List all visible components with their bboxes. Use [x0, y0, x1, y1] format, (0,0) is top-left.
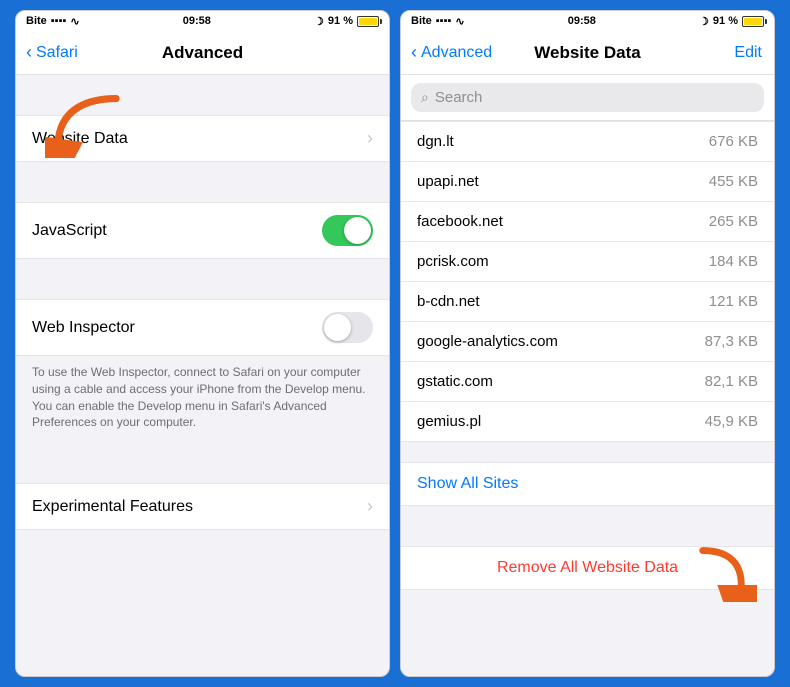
website-data-label: Website Data: [32, 130, 128, 148]
right-wifi-icon: ∿: [455, 15, 464, 28]
left-status-left: Bite ▪▪▪▪ ∿: [26, 15, 80, 28]
right-page-title: Website Data: [534, 43, 640, 63]
right-status-bar: Bite ▪▪▪▪ ∿ 09:58 ☽ 91 %: [401, 11, 774, 31]
page-title: Advanced: [162, 43, 243, 63]
right-carrier-label: Bite: [411, 15, 432, 27]
right-battery-percent: 91 %: [713, 15, 738, 27]
web-inspector-toggle-thumb: [324, 314, 351, 341]
size-label: 676 KB: [709, 133, 758, 150]
spacer: [16, 75, 389, 95]
javascript-label: JavaScript: [32, 222, 107, 240]
web-inspector-toggle[interactable]: [322, 312, 373, 343]
javascript-cell: JavaScript: [16, 202, 389, 259]
carrier-label: Bite: [26, 15, 47, 27]
data-list: dgn.lt 676 KB upapi.net 455 KB facebook.…: [401, 121, 774, 442]
left-status-bar: Bite ▪▪▪▪ ∿ 09:58 ☽ 91 %: [16, 11, 389, 31]
domain-label: google-analytics.com: [417, 333, 558, 350]
time-label: 09:58: [183, 15, 211, 27]
web-inspector-label: Web Inspector: [32, 319, 135, 337]
search-input-box[interactable]: ⌕ Search: [411, 83, 764, 112]
battery-fill: [359, 18, 377, 25]
list-item: dgn.lt 676 KB: [401, 121, 774, 162]
spacer4: [16, 443, 389, 463]
battery-icon: [357, 16, 379, 27]
list-item: upapi.net 455 KB: [401, 162, 774, 202]
javascript-toggle[interactable]: [322, 215, 373, 246]
list-item: facebook.net 265 KB: [401, 202, 774, 242]
domain-label: pcrisk.com: [417, 253, 489, 270]
size-label: 87,3 KB: [705, 333, 758, 350]
left-phone: Bite ▪▪▪▪ ∿ 09:58 ☽ 91 % ‹ Safari Advanc…: [15, 10, 390, 677]
domain-label: b-cdn.net: [417, 293, 480, 310]
list-item: gemius.pl 45,9 KB: [401, 402, 774, 442]
show-all-sites-link[interactable]: Show All Sites: [417, 475, 518, 492]
website-data-chevron-icon: ›: [367, 128, 373, 149]
right-phone-wrapper: Bite ▪▪▪▪ ∿ 09:58 ☽ 91 % ‹ Advanced Webs…: [400, 10, 775, 677]
size-label: 45,9 KB: [705, 413, 758, 430]
domain-label: facebook.net: [417, 213, 503, 230]
left-phone-wrapper: Bite ▪▪▪▪ ∿ 09:58 ☽ 91 % ‹ Safari Advanc…: [15, 10, 390, 677]
right-battery-fill: [744, 18, 762, 25]
domain-label: gemius.pl: [417, 413, 481, 430]
right-back-chevron-icon: ‹: [411, 42, 417, 63]
size-label: 82,1 KB: [705, 373, 758, 390]
edit-label: Edit: [734, 44, 762, 61]
search-placeholder: Search: [435, 89, 483, 106]
size-label: 455 KB: [709, 173, 758, 190]
right-back-button[interactable]: ‹ Advanced: [411, 42, 492, 63]
web-inspector-section: Web Inspector To use the Web Inspector, …: [16, 299, 389, 443]
size-label: 184 KB: [709, 253, 758, 270]
back-label: Safari: [36, 44, 78, 62]
moon-icon: ☽: [314, 15, 324, 28]
back-chevron-icon: ‹: [26, 42, 32, 63]
right-back-label: Advanced: [421, 44, 492, 62]
website-data-cell[interactable]: Website Data ›: [16, 115, 389, 162]
website-data-section: Website Data ›: [16, 115, 389, 162]
domain-label: dgn.lt: [417, 133, 454, 150]
size-label: 265 KB: [709, 213, 758, 230]
experimental-label: Experimental Features: [32, 498, 193, 516]
right-phone: Bite ▪▪▪▪ ∿ 09:58 ☽ 91 % ‹ Advanced Webs…: [400, 10, 775, 677]
list-item: b-cdn.net 121 KB: [401, 282, 774, 322]
edit-button[interactable]: Edit: [734, 44, 762, 62]
experimental-chevron-icon: ›: [367, 496, 373, 517]
toggle-thumb: [344, 217, 371, 244]
right-status-right: ☽ 91 %: [699, 15, 764, 28]
left-nav-bar: ‹ Safari Advanced: [16, 31, 389, 75]
wifi-signal-icon: ∿: [70, 15, 79, 28]
right-status-left: Bite ▪▪▪▪ ∿: [411, 15, 465, 28]
experimental-section: Experimental Features ›: [16, 483, 389, 530]
domain-label: upapi.net: [417, 173, 479, 190]
right-signal-icon: ▪▪▪▪: [436, 15, 452, 27]
list-item: google-analytics.com 87,3 KB: [401, 322, 774, 362]
size-label: 121 KB: [709, 293, 758, 310]
left-status-right: ☽ 91 %: [314, 15, 379, 28]
experimental-cell[interactable]: Experimental Features ›: [16, 483, 389, 530]
remove-all-button[interactable]: Remove All Website Data: [497, 559, 678, 576]
web-inspector-description: To use the Web Inspector, connect to Saf…: [16, 356, 389, 443]
signal-icon: ▪▪▪▪: [51, 15, 67, 27]
show-all-container: Show All Sites: [401, 462, 774, 506]
right-nav-bar: ‹ Advanced Website Data Edit: [401, 31, 774, 75]
battery-percent-label: 91 %: [328, 15, 353, 27]
right-time-label: 09:58: [568, 15, 596, 27]
domain-label: gstatic.com: [417, 373, 493, 390]
right-moon-icon: ☽: [699, 15, 709, 28]
javascript-section: JavaScript: [16, 202, 389, 259]
right-battery-icon: [742, 16, 764, 27]
list-item: gstatic.com 82,1 KB: [401, 362, 774, 402]
remove-all-container: Remove All Website Data: [401, 546, 774, 590]
web-inspector-cell: Web Inspector: [16, 299, 389, 356]
spacer2: [16, 162, 389, 182]
spacer3: [16, 259, 389, 279]
search-bar-container: ⌕ Search: [401, 75, 774, 121]
list-item: pcrisk.com 184 KB: [401, 242, 774, 282]
back-button[interactable]: ‹ Safari: [26, 42, 78, 63]
search-icon: ⌕: [421, 89, 429, 106]
right-content: dgn.lt 676 KB upapi.net 455 KB facebook.…: [401, 121, 774, 676]
left-content: Website Data › JavaScript Web Inspector: [16, 75, 389, 676]
